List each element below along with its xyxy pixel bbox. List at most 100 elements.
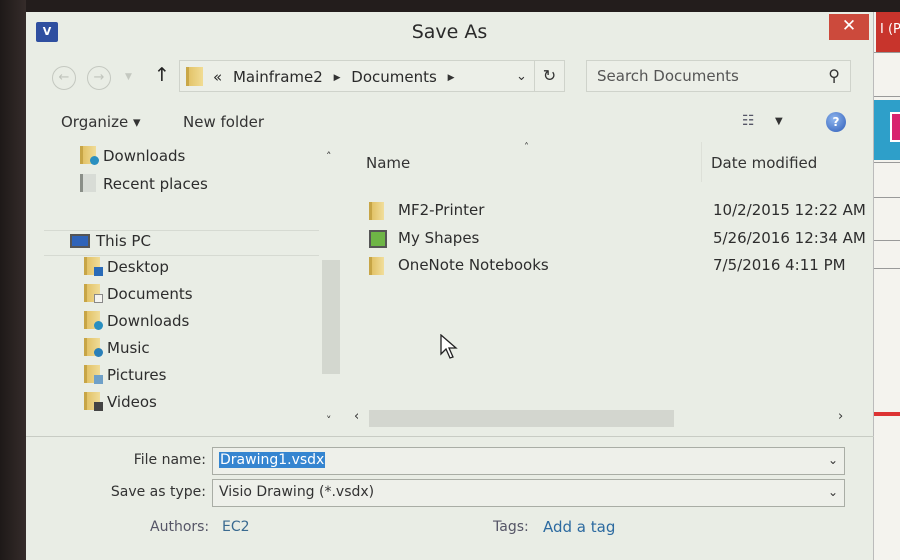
dialog-title: Save As — [411, 21, 488, 43]
search-box: ⚲ — [586, 60, 851, 92]
address-dropdown-icon[interactable]: ⌄ — [516, 69, 527, 84]
breadcrumb: « Mainframe2 ▶ Documents ▶ — [213, 68, 461, 86]
forward-button[interactable]: → — [87, 66, 111, 90]
close-button[interactable]: ✕ — [829, 14, 869, 40]
background-app-button[interactable] — [890, 112, 900, 142]
nav-item-documents[interactable]: Documents — [84, 284, 193, 308]
computer-icon — [70, 234, 90, 248]
desktop-folder-icon — [84, 257, 103, 276]
nav-item-label: Documents — [107, 285, 193, 303]
file-row[interactable]: OneNote Notebooks 7/5/2016 4:11 PM — [366, 255, 856, 279]
address-bar[interactable]: « Mainframe2 ▶ Documents ▶ ⌄ ↻ — [179, 60, 565, 92]
folder-icon — [186, 67, 203, 86]
file-name: My Shapes — [398, 229, 480, 247]
command-toolbar: Organize ▾ New folder ☷ ▼ ? — [26, 108, 856, 138]
file-row[interactable]: MF2-Printer 10/2/2015 12:22 AM — [366, 200, 866, 224]
nav-item-label: Videos — [107, 393, 157, 411]
authors-value[interactable]: EC2 — [222, 519, 250, 535]
search-icon[interactable]: ⚲ — [828, 66, 840, 85]
recent-places-icon — [80, 174, 96, 192]
nav-item-desktop[interactable]: Desktop — [84, 257, 169, 281]
file-name-label: File name: — [133, 452, 206, 468]
this-pc-row: This PC — [70, 232, 151, 256]
file-date: 10/2/2015 12:22 AM — [713, 201, 866, 219]
add-tag-link[interactable]: Add a tag — [543, 518, 615, 536]
save-as-dialog: V Save As ✕ ← → ▼ ↑ « Mainframe2 ▶ Docum… — [26, 12, 874, 560]
folder-icon — [369, 257, 384, 275]
screen-bezel-top — [0, 0, 900, 12]
sort-ascending-icon: ˄ — [524, 142, 529, 153]
nav-item-downloads[interactable]: Downloads — [84, 311, 189, 335]
up-one-level-button[interactable]: ↑ — [154, 64, 170, 86]
mouse-pointer-icon — [440, 334, 458, 359]
recent-locations-dropdown[interactable]: ▼ — [125, 72, 132, 82]
search-input[interactable] — [587, 61, 817, 91]
nav-item-label: Recent places — [103, 175, 208, 193]
nav-item-recent-places[interactable]: Recent places — [80, 174, 208, 198]
nav-item-label: This PC — [96, 232, 151, 250]
file-name-input-value[interactable]: Drawing1.vsdx — [219, 452, 326, 468]
downloads-folder-icon — [80, 146, 99, 165]
chevron-right-icon[interactable]: ▶ — [448, 73, 455, 83]
nav-item-label: Downloads — [103, 147, 186, 165]
chevron-down-icon[interactable]: ⌄ — [828, 453, 838, 467]
screen-bezel-left — [0, 0, 26, 560]
nav-item-this-pc[interactable]: This PC — [44, 230, 319, 256]
save-as-type-label: Save as type: — [110, 484, 206, 500]
music-folder-icon — [84, 338, 103, 357]
file-name: OneNote Notebooks — [398, 256, 549, 274]
shapes-folder-icon — [369, 230, 387, 248]
navigation-bar: ← → ▼ ↑ « Mainframe2 ▶ Documents ▶ ⌄ ↻ ⚲ — [34, 58, 854, 102]
breadcrumb-overflow[interactable]: « — [213, 68, 222, 86]
breadcrumb-mainframe2[interactable]: Mainframe2 — [233, 68, 323, 86]
column-header-date-container: Date modified — [701, 142, 861, 182]
nav-item-downloads-quick[interactable]: Downloads — [80, 146, 185, 170]
save-as-type-value: Visio Drawing (*.vsdx) — [219, 484, 375, 500]
nav-item-label: Music — [107, 339, 150, 357]
scroll-left-icon[interactable]: ‹ — [354, 409, 359, 424]
scroll-up-icon[interactable]: ˄ — [326, 150, 332, 163]
documents-folder-icon — [84, 284, 103, 303]
change-view-icon[interactable]: ☷ — [742, 113, 754, 129]
authors-label: Authors: — [150, 519, 210, 535]
file-list-horizontal-scrollbar[interactable]: ‹ › — [344, 408, 854, 428]
column-header-date-modified[interactable]: Date modified — [711, 154, 817, 172]
nav-item-label: Desktop — [107, 258, 169, 276]
organize-button[interactable]: Organize ▾ — [61, 113, 141, 131]
scroll-right-icon[interactable]: › — [838, 409, 843, 424]
nav-item-videos[interactable]: Videos — [84, 392, 157, 416]
scrollbar-thumb[interactable] — [322, 260, 340, 374]
file-name-field[interactable]: Drawing1.vsdx ⌄ — [212, 447, 845, 475]
nav-item-music[interactable]: Music — [84, 338, 150, 362]
nav-item-pictures[interactable]: Pictures — [84, 365, 166, 389]
back-button[interactable]: ← — [52, 66, 76, 90]
breadcrumb-documents[interactable]: Documents — [351, 68, 437, 86]
chevron-down-icon[interactable]: ⌄ — [828, 485, 838, 499]
nav-item-label: Downloads — [107, 312, 190, 330]
view-options-dropdown[interactable]: ▼ — [775, 116, 783, 127]
new-folder-button[interactable]: New folder — [183, 113, 264, 131]
save-as-type-select[interactable]: Visio Drawing (*.vsdx) ⌄ — [212, 479, 845, 507]
file-list: Name ˄ Date modified MF2-Printer 10/2/20… — [344, 142, 866, 434]
navigation-pane: Downloads Recent places This PC Desktop … — [26, 142, 344, 434]
file-name: MF2-Printer — [398, 201, 485, 219]
title-bar[interactable]: V Save As ✕ — [26, 12, 873, 54]
help-icon[interactable]: ? — [826, 112, 846, 132]
scrollbar-thumb[interactable] — [369, 410, 674, 427]
folder-icon — [369, 202, 384, 220]
chevron-right-icon[interactable]: ▶ — [334, 73, 341, 83]
background-app-ribbon — [870, 100, 900, 160]
nav-pane-scrollbar[interactable]: ˄ ˅ — [320, 142, 344, 434]
scroll-down-icon[interactable]: ˅ — [326, 414, 332, 427]
tags-label: Tags: — [493, 519, 529, 535]
downloads-folder-icon — [84, 311, 103, 330]
file-date: 7/5/2016 4:11 PM — [713, 256, 846, 274]
save-options-panel: File name: Drawing1.vsdx ⌄ Save as type:… — [26, 436, 874, 560]
file-date: 5/26/2016 12:34 AM — [713, 229, 866, 247]
refresh-button[interactable]: ↻ — [534, 61, 564, 91]
pictures-folder-icon — [84, 365, 103, 384]
file-row[interactable]: My Shapes 5/26/2016 12:34 AM — [366, 228, 866, 252]
nav-item-label: Pictures — [107, 366, 167, 384]
column-header-name[interactable]: Name — [366, 154, 410, 172]
background-app-tab[interactable]: I (P — [876, 12, 900, 52]
